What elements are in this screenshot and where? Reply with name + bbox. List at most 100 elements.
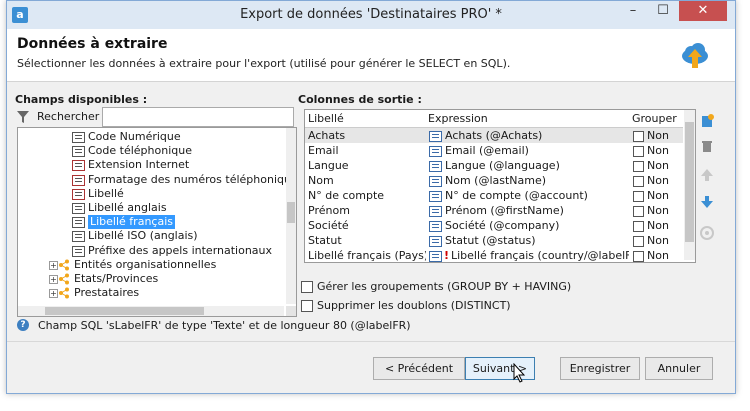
add-column-icon[interactable] [699, 113, 715, 129]
field-icon [72, 132, 85, 143]
tree-vertical-scroll-thumb[interactable] [287, 201, 295, 224]
cell-grouper: Non [647, 129, 669, 142]
expression-icon [429, 206, 442, 217]
grouper-checkbox[interactable] [633, 131, 644, 142]
field-icon [72, 245, 85, 257]
grid-row[interactable]: N° de compte N° de compte (@account) Non [305, 188, 683, 203]
cell-libelle: Achats [308, 129, 346, 142]
minimize-button[interactable]: – [619, 1, 647, 21]
cell-grouper: Non [647, 189, 669, 202]
grid-row[interactable]: Email Email (@email) Non [305, 143, 683, 158]
move-up-icon[interactable] [699, 167, 715, 183]
grouper-checkbox[interactable] [633, 176, 644, 187]
grid-row[interactable]: Prénom Prénom (@firstName) Non [305, 203, 683, 218]
search-label: Rechercher : [37, 110, 107, 123]
cancel-button[interactable]: Annuler [645, 357, 713, 380]
page-title: Données à extraire [17, 36, 168, 52]
distinct-checkbox[interactable] [301, 300, 313, 312]
header-libelle[interactable]: Libellé [308, 112, 344, 125]
cell-expression: Statut (@status) [445, 234, 536, 247]
available-fields-tree[interactable]: Code Numérique Code téléphonique Extension… [17, 127, 297, 317]
grid-row[interactable]: Société Société (@company) Non [305, 218, 683, 233]
output-columns-label: Colonnes de sortie : [298, 93, 422, 106]
tree-item[interactable]: Code Numérique [18, 130, 284, 144]
grouper-checkbox[interactable] [633, 236, 644, 247]
group-by-checkbox[interactable] [301, 281, 313, 293]
maximize-button[interactable]: ☐ [649, 1, 677, 21]
tree-item[interactable]: Libellé ISO (anglais) [18, 229, 284, 243]
title-bar: a Export de données 'Destinataires PRO' … [7, 1, 735, 29]
delete-icon[interactable] [699, 138, 715, 154]
grid-vertical-scroll-thumb[interactable] [685, 122, 694, 242]
previous-button[interactable]: < Précédent [373, 357, 465, 380]
close-button[interactable]: ✕ [679, 1, 727, 21]
tree-item[interactable]: + Prestataires [18, 286, 284, 300]
tree-vertical-scrollbar[interactable] [286, 128, 296, 304]
move-down-icon[interactable] [699, 194, 715, 210]
mouse-cursor-icon [513, 363, 526, 383]
grid-row[interactable]: Achats Achats (@Achats) Non [305, 128, 683, 143]
save-button[interactable]: Enregistrer [560, 357, 640, 380]
expand-icon[interactable]: + [49, 260, 58, 270]
field-icon [72, 217, 85, 229]
expand-icon[interactable]: + [49, 289, 58, 299]
link-icon [59, 273, 69, 285]
group-by-label: Gérer les groupements (GROUP BY + HAVING… [317, 280, 572, 293]
grouper-checkbox[interactable] [633, 146, 644, 157]
tree-item[interactable]: Formatage des numéros téléphoniques (!) [18, 173, 296, 187]
cell-libelle: Nom [308, 174, 334, 187]
tree-item-label: Code Numérique [88, 130, 181, 143]
tree-item[interactable]: Extension Internet [18, 158, 284, 172]
distinct-label: Supprimer les doublons (DISTINCT) [317, 299, 511, 312]
grid-row[interactable]: Libellé français (Pays)! Libellé français… [305, 248, 683, 262]
filter-icon [17, 111, 29, 123]
tree-item[interactable]: Libellé anglais [18, 201, 284, 215]
tree-item[interactable]: Code téléphonique [18, 144, 284, 158]
tree-item[interactable]: + Etats/Provinces [18, 272, 284, 286]
cell-expression: N° de compte (@account) [445, 189, 588, 202]
grouper-checkbox[interactable] [633, 206, 644, 217]
tree-item[interactable]: Libellé [18, 187, 284, 201]
search-input[interactable] [102, 107, 294, 127]
grouper-checkbox[interactable] [633, 251, 644, 262]
field-icon [72, 203, 85, 214]
tree-item[interactable]: Libellé français [18, 215, 284, 230]
grid-header: Libellé Expression Grouper [305, 110, 683, 128]
help-icon: ? [17, 319, 29, 331]
tree-item-label: Libellé anglais [88, 201, 167, 214]
tree-item-label: Etats/Provinces [74, 272, 159, 285]
cell-libelle: Statut [308, 234, 342, 247]
wizard-header: Données à extraire Sélectionner les donn… [7, 29, 735, 82]
cell-expression: Achats (@Achats) [445, 129, 543, 142]
reset-icon[interactable] [699, 225, 715, 241]
output-columns-grid[interactable]: Libellé Expression Grouper Achats Achats … [304, 109, 696, 263]
tree-item-label: Libellé ISO (anglais) [88, 229, 198, 243]
tree-item-label: Libellé [88, 186, 124, 200]
scroll-corner [286, 306, 296, 316]
expression-icon [429, 176, 442, 187]
tree-horizontal-scrollbar[interactable] [18, 306, 284, 316]
tree-horizontal-scroll-thumb[interactable] [44, 307, 205, 315]
grid-row[interactable]: Nom Nom (@lastName) Non [305, 173, 683, 188]
grid-vertical-scrollbar[interactable] [684, 110, 695, 260]
tree-item-label: Préfixe des appels internationaux [88, 243, 273, 257]
tree-item[interactable]: Préfixe des appels internationaux [18, 244, 284, 258]
grid-row[interactable]: Langue Langue (@language) Non [305, 158, 683, 173]
warning-icon: ! [444, 249, 450, 262]
tree-item-label: Prestataires [74, 286, 140, 300]
footer-separator [7, 341, 735, 342]
cell-libelle: Email [308, 144, 339, 157]
header-grouper[interactable]: Grouper [632, 112, 677, 125]
tree-item-label: Entités organisationnelles [74, 257, 217, 271]
grid-row[interactable]: Statut Statut (@status) Non [305, 233, 683, 248]
tree-item[interactable]: + Entités organisationnelles [18, 258, 284, 272]
cell-grouper: Non [647, 174, 669, 187]
expand-icon[interactable]: + [49, 275, 58, 284]
cell-grouper: Non [647, 219, 669, 232]
expression-icon [429, 161, 442, 172]
header-expression[interactable]: Expression [428, 112, 488, 125]
grouper-checkbox[interactable] [633, 191, 644, 202]
available-fields-label: Champs disponibles : [15, 93, 148, 106]
grouper-checkbox[interactable] [633, 161, 644, 172]
grouper-checkbox[interactable] [633, 221, 644, 232]
